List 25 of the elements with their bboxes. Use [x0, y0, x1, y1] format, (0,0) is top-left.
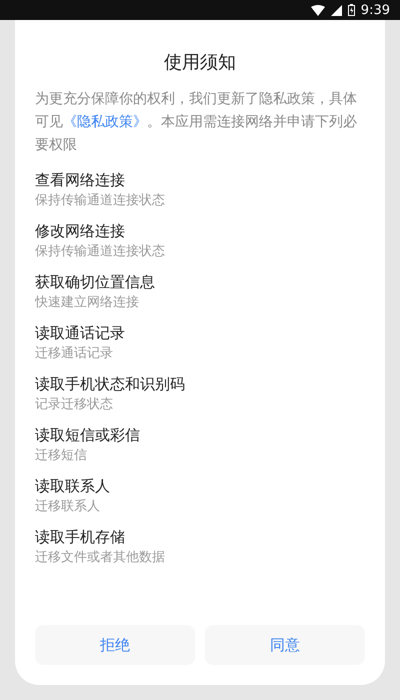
- permission-description: 迁移通话记录: [35, 345, 114, 363]
- wifi-icon: [310, 4, 325, 16]
- permission-title: 读取手机状态和识别码: [35, 374, 186, 394]
- status-time: 9:39: [360, 2, 390, 18]
- intro-paragraph: 为更充分保障你的权利，我们更新了隐私政策，具体可见《隐私政策》。本应用需连接网络并申请下列必要权限: [35, 90, 358, 155]
- permission-title: 读取通话记录: [35, 323, 126, 343]
- permission-description: 快速建立网络连接: [35, 294, 140, 312]
- permission-description: 保持传输通道连接状态: [35, 192, 166, 210]
- signal-icon: [330, 4, 342, 16]
- permission-title: 获取确切位置信息: [35, 272, 156, 292]
- privacy-policy-link[interactable]: 《隐私政策》: [63, 114, 147, 130]
- dialog-title: 使用须知: [163, 51, 237, 74]
- agree-button[interactable]: 同意: [205, 625, 365, 665]
- permission-title: 查看网络连接: [35, 170, 126, 190]
- permission-description: 记录迁移状态: [35, 396, 114, 414]
- reject-button[interactable]: 拒绝: [35, 625, 195, 665]
- permission-description: 迁移短信: [35, 447, 88, 465]
- permission-title: 修改网络连接: [35, 221, 126, 241]
- battery-icon: [348, 4, 355, 16]
- permission-description: 迁移文件或者其他数据: [35, 549, 166, 567]
- permission-title: 读取联系人: [35, 476, 111, 496]
- permission-title: 读取手机存储: [35, 527, 126, 547]
- permission-title: 读取短信或彩信: [35, 425, 141, 445]
- permission-description: 保持传输通道连接状态: [35, 243, 166, 261]
- permission-description: 迁移联系人: [35, 498, 101, 516]
